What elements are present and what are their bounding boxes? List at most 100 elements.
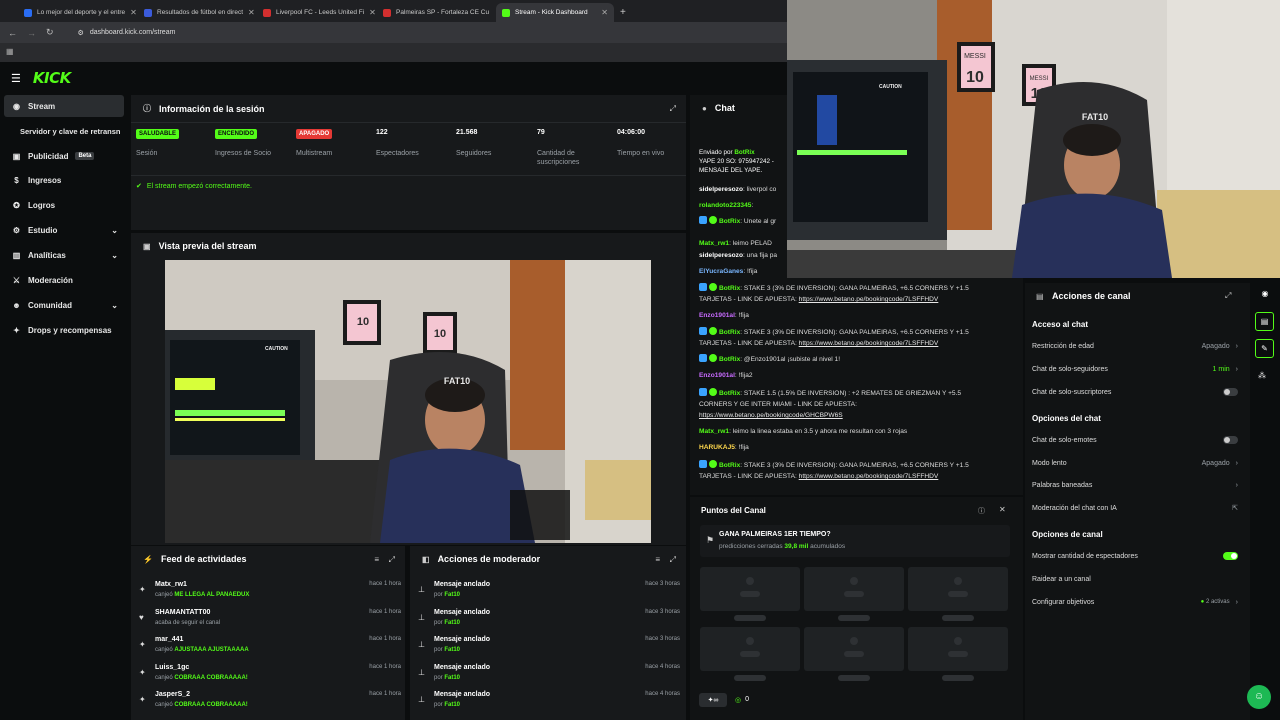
browser-tab[interactable]: Resultados de fútbol en direct ✕: [138, 3, 256, 22]
sidebar-item-label: Estudio: [28, 225, 58, 235]
sidebar-item-drops[interactable]: ✦ Drops y recompensas: [4, 319, 124, 341]
goals-row[interactable]: Configurar objetivos ● 2 activas ›: [1032, 595, 1238, 609]
chat-username[interactable]: HARUKAJ5: [699, 444, 735, 451]
feed-user[interactable]: Matx_rw1: [155, 581, 187, 588]
chat-username[interactable]: BotRix: [719, 356, 740, 363]
expand-icon[interactable]: ⤢: [1225, 291, 1231, 301]
feed-user[interactable]: JasperS_2: [155, 691, 190, 698]
site-info-icon[interactable]: ⚙: [78, 29, 84, 37]
slow-mode-row[interactable]: Modo lento Apagado ›: [1032, 456, 1238, 470]
stream-video-preview[interactable]: FAT10 10 10 CAUTION: [165, 260, 651, 543]
shield-icon: ◧: [422, 554, 430, 564]
chat-username[interactable]: BotRix: [719, 218, 740, 225]
chat-message[interactable]: rolandoto223345:: [699, 200, 785, 211]
chat-message[interactable]: BotRix: STAKE 3 (3% DE INVERSION): GANA …: [699, 327, 989, 349]
sidebar-item-studio[interactable]: ⚙ Estudio ⌄: [4, 219, 124, 241]
chat-message[interactable]: Enzo1901al: !fija2: [699, 370, 989, 381]
forward-icon[interactable]: →: [27, 28, 36, 38]
feed-title: Feed de actividades: [160, 554, 247, 564]
banned-words-row[interactable]: Palabras baneadas ›: [1032, 478, 1238, 492]
sidebar-item-server-key[interactable]: Servidor y clave de retransn: [12, 120, 132, 142]
chat-username[interactable]: BotRix: [719, 390, 740, 397]
subs-only-toggle[interactable]: [1223, 388, 1238, 396]
chat-username[interactable]: Enzo1901al: [699, 372, 735, 379]
chat-message[interactable]: sidelperesozo: liverpol co: [699, 184, 785, 195]
chat-username[interactable]: Enzo1901al: [699, 312, 735, 319]
browser-tab-active[interactable]: Stream - Kick Dashboard ✕: [496, 3, 614, 22]
chat-username[interactable]: sidelperesozo: [699, 186, 743, 193]
kick-logo[interactable]: KICK: [33, 69, 71, 87]
chat-message[interactable]: BotRix: Unete al gr: [699, 216, 785, 227]
chat-link[interactable]: https://www.betano.pe/bookingcode/7LSFFH…: [799, 473, 939, 480]
filter-icon[interactable]: ≡: [655, 555, 660, 564]
sidebar-item-stream[interactable]: ◉ Stream: [4, 95, 124, 117]
sidebar-item-analytics[interactable]: ▥ Analíticas ⌄: [4, 244, 124, 266]
chat-username[interactable]: Matx_rw1: [699, 428, 729, 435]
chat-username[interactable]: sidelperesozo: [699, 252, 743, 259]
show-viewers-toggle[interactable]: [1223, 552, 1238, 560]
browser-tab[interactable]: Palmeiras SP - Fortaleza CE Cu ✕: [377, 3, 495, 22]
url-field[interactable]: ⚙ dashboard.kick.com/stream: [78, 29, 176, 37]
chat-message[interactable]: Matx_rw1: leimo la linea estaba en 3.5 y…: [699, 426, 989, 437]
chat-username[interactable]: BotRix: [719, 329, 740, 336]
close-icon[interactable]: ✕: [369, 8, 375, 17]
apps-icon[interactable]: ▦: [6, 47, 14, 56]
sidebar-item-income[interactable]: $ Ingresos: [4, 169, 124, 191]
followers-only-row[interactable]: Chat de solo-seguidores 1 min ›: [1032, 362, 1238, 376]
close-icon[interactable]: ✕: [248, 8, 255, 17]
info-icon[interactable]: ⓘ: [978, 506, 985, 516]
feed-user[interactable]: SHAMANTATT00: [155, 609, 210, 616]
chat-message[interactable]: HARUKAJ5: !fija: [699, 442, 989, 453]
emotes-only-toggle[interactable]: [1223, 436, 1238, 444]
sidebar-item-ads[interactable]: ▣ Publicidad Beta: [4, 145, 124, 167]
raid-row[interactable]: Raidear a un canal: [1032, 572, 1238, 586]
sidebar-item-moderation[interactable]: ⚔ Moderación: [4, 269, 124, 291]
pinned-message[interactable]: Enviado por BotRix YAPE 20 SO: 975947242 …: [699, 148, 787, 182]
chat-username[interactable]: BotRix: [719, 462, 740, 469]
chat-message[interactable]: BotRix: @Enzo1901al ¡subiste al nivel 1!: [699, 354, 989, 365]
apps-icon[interactable]: ⁂: [1258, 371, 1266, 380]
close-icon[interactable]: ✕: [494, 8, 495, 17]
chat-message[interactable]: BotRix: STAKE 3 (3% DE INVERSION): GANA …: [699, 283, 989, 305]
expand-icon[interactable]: ⤢: [670, 104, 676, 114]
expand-icon[interactable]: ⤢: [670, 555, 676, 565]
reload-icon[interactable]: ↻: [46, 27, 54, 38]
chat-username[interactable]: rolandoto223345: [699, 202, 751, 209]
feed-user[interactable]: mar_441: [155, 636, 183, 643]
close-icon[interactable]: ✕: [601, 8, 608, 17]
prediction-card[interactable]: ⚑ GANA PALMEIRAS 1ER TIEMPO? prediccione…: [700, 525, 1010, 557]
filter-icon[interactable]: ≡: [374, 555, 379, 564]
chat-message[interactable]: BotRix: STAKE 1.5 (1.5% DE INVERSION) : …: [699, 388, 989, 421]
chat-link[interactable]: https://www.betano.pe/bookingcode/7LSFFH…: [799, 340, 939, 347]
expand-icon[interactable]: ⤢: [389, 555, 395, 565]
close-icon[interactable]: ✕: [999, 505, 1006, 514]
new-tab-button[interactable]: +: [614, 3, 630, 22]
ai-moderation-row[interactable]: Moderación del chat con IA ⇱: [1032, 501, 1238, 515]
browser-tab[interactable]: Liverpool FC - Leeds United Fi ✕: [257, 3, 375, 22]
chat-link[interactable]: https://www.betano.pe/bookingcode/7LSFFH…: [799, 296, 939, 303]
chat-message[interactable]: Enzo1901al: !fija: [699, 310, 989, 321]
row-label: Chat de solo-seguidores: [1032, 365, 1108, 373]
chat-bubble-icon: ●: [702, 103, 707, 113]
points-icon[interactable]: ✦∞: [699, 693, 727, 707]
chat-username[interactable]: BotRix: [719, 285, 740, 292]
menu-icon[interactable]: ☰: [11, 72, 21, 85]
dashboard-icon[interactable]: ▤: [1255, 312, 1274, 331]
sidebar-item-achievements[interactable]: ✪ Logros: [4, 194, 124, 216]
help-chat-icon[interactable]: ☺: [1247, 685, 1271, 709]
wrench-icon[interactable]: ✎: [1255, 339, 1274, 358]
chat-message[interactable]: BotRix: STAKE 3 (3% DE INVERSION): GANA …: [699, 460, 989, 482]
back-icon[interactable]: ←: [8, 28, 17, 38]
chat-username[interactable]: Matx_rw1: [699, 240, 729, 247]
feed-user[interactable]: Luiss_1gc: [155, 664, 189, 671]
browser-tab[interactable]: Lo mejor del deporte y el entre ✕: [18, 3, 136, 22]
chat-username[interactable]: ElYucraGanes: [699, 268, 743, 275]
mod-by: por Fat10: [434, 702, 461, 708]
close-icon[interactable]: ✕: [130, 8, 136, 17]
broadcast-icon[interactable]: ◉: [1258, 287, 1272, 301]
age-restriction-row[interactable]: Restricción de edad Apagado ›: [1032, 339, 1238, 353]
chat-message[interactable]: sidelperesozo: una fija pa: [699, 250, 785, 261]
chat-link[interactable]: https://www.betano.pe/bookingcode/GHCBPW…: [699, 412, 843, 419]
chat-message[interactable]: Matx_rw1: leimo PELAD: [699, 238, 785, 249]
sidebar-item-community[interactable]: ☻ Comunidad ⌄: [4, 294, 124, 316]
